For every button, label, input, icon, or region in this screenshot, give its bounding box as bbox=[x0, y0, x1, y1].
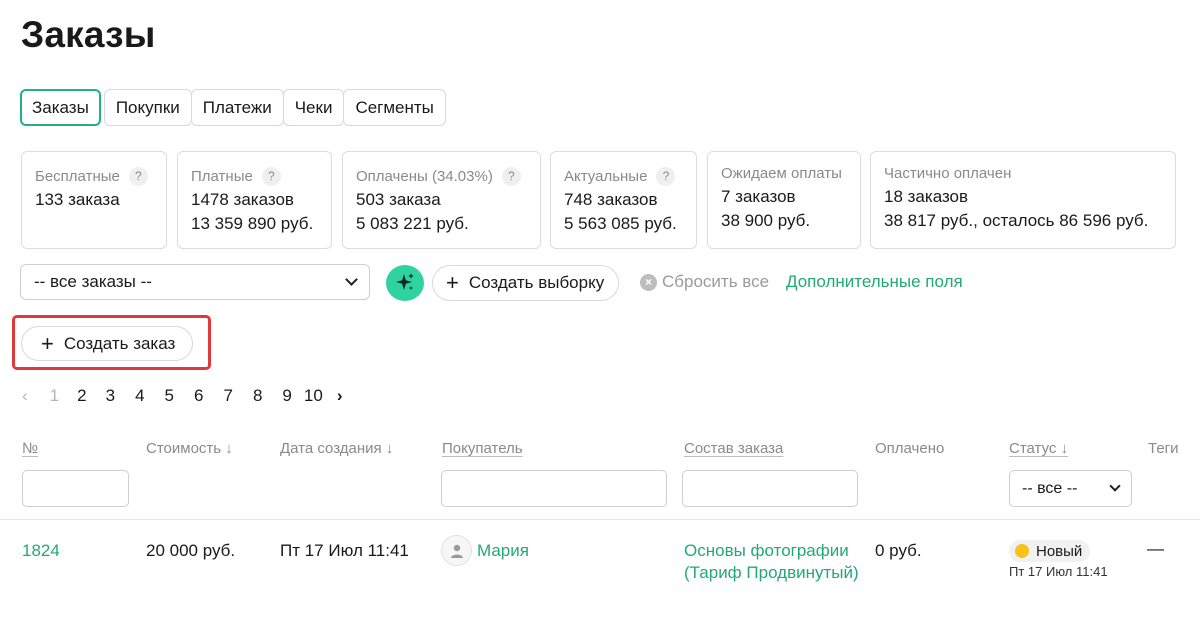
order-cost: 20 000 руб. bbox=[146, 541, 236, 560]
page-7[interactable]: 7 bbox=[223, 386, 232, 406]
page-3[interactable]: 3 bbox=[106, 386, 115, 406]
orders-filter-select[interactable]: -- все заказы -- bbox=[20, 264, 370, 300]
create-selection-label: Создать выборку bbox=[468, 273, 605, 292]
user-icon bbox=[450, 544, 463, 558]
order-number-link[interactable]: 1824 bbox=[22, 541, 60, 561]
stat-count: 1478 заказов bbox=[191, 190, 294, 209]
stat-sum: 5 563 085 руб. bbox=[564, 214, 677, 233]
contents-filter-input[interactable] bbox=[682, 470, 858, 507]
column-header-tags: Теги bbox=[1148, 440, 1179, 457]
tab-receipts[interactable]: Чеки bbox=[282, 89, 345, 126]
status-badge[interactable]: Новый bbox=[1009, 540, 1091, 562]
chevron-left-icon[interactable]: ‹ bbox=[22, 386, 28, 406]
page-2[interactable]: 2 bbox=[77, 386, 86, 406]
status-label: Новый bbox=[1036, 542, 1083, 560]
chevron-right-icon[interactable]: › bbox=[337, 386, 343, 406]
status-filter-value: -- все -- bbox=[1022, 479, 1078, 497]
stat-sum: 13 359 890 руб. bbox=[191, 214, 314, 233]
stat-card-partially-paid[interactable]: Частично оплачен 18 заказов 38 817 руб.,… bbox=[870, 151, 1176, 249]
extra-fields-link[interactable]: Дополнительные поля bbox=[786, 272, 963, 292]
stat-count: 7 заказов bbox=[721, 187, 796, 206]
status-dot-icon bbox=[1015, 544, 1029, 558]
column-header-cost[interactable]: Стоимость ↓ bbox=[146, 440, 233, 457]
tab-payments[interactable]: Платежи bbox=[190, 89, 284, 126]
ai-assistant-button[interactable] bbox=[386, 265, 424, 301]
tab-orders[interactable]: Заказы bbox=[20, 89, 101, 126]
column-header-created[interactable]: Дата создания ↓ bbox=[280, 440, 393, 457]
page-5[interactable]: 5 bbox=[165, 386, 174, 406]
stat-count: 503 заказа bbox=[356, 190, 441, 209]
create-order-button[interactable]: + Создать заказ bbox=[21, 326, 194, 361]
chevron-down-icon bbox=[1109, 480, 1121, 492]
create-selection-button[interactable]: + Создать выборку bbox=[432, 265, 620, 301]
status-date: Пт 17 Июл 11:41 bbox=[1009, 564, 1108, 579]
help-icon[interactable]: ? bbox=[261, 166, 281, 186]
stat-card-settled[interactable]: Оплачены (34.03%)? 503 заказа 5 083 221 … bbox=[342, 151, 541, 249]
page-title: Заказы bbox=[21, 14, 156, 55]
buyer-link[interactable]: Мария bbox=[477, 541, 529, 561]
stat-card-awaiting-payment[interactable]: Ожидаем оплаты 7 заказов 38 900 руб. bbox=[707, 151, 861, 249]
order-paid: 0 руб. bbox=[875, 541, 922, 560]
page-10[interactable]: 10 bbox=[304, 386, 323, 406]
tab-segments[interactable]: Сегменты bbox=[343, 89, 446, 126]
stat-sum: 5 083 221 руб. bbox=[356, 214, 469, 233]
stat-title: Частично оплачен bbox=[884, 164, 1012, 182]
stat-sum: 38 817 руб., осталось 86 596 руб. bbox=[884, 211, 1149, 230]
number-filter-input[interactable] bbox=[22, 470, 129, 507]
order-tags: — bbox=[1147, 539, 1164, 558]
filter-value: -- все заказы -- bbox=[34, 272, 152, 291]
sparkle-icon bbox=[396, 273, 414, 290]
stat-count: 748 заказов bbox=[564, 190, 658, 209]
clear-icon: × bbox=[640, 273, 657, 291]
stat-title: Бесплатные bbox=[35, 167, 120, 185]
table-divider bbox=[0, 519, 1200, 520]
help-icon[interactable]: ? bbox=[501, 166, 521, 186]
stat-title: Ожидаем оплаты bbox=[721, 164, 842, 182]
buyer-filter-input[interactable] bbox=[441, 470, 667, 507]
stat-title: Актуальные bbox=[564, 167, 648, 185]
pagination: ‹ 1 2 3 4 5 6 7 8 9 10 › bbox=[22, 386, 342, 406]
plus-icon: + bbox=[41, 330, 54, 356]
stat-title: Оплачены (34.03%) bbox=[356, 167, 493, 185]
stat-title: Платные bbox=[191, 167, 253, 185]
tab-purchases[interactable]: Покупки bbox=[103, 89, 192, 126]
avatar bbox=[441, 535, 472, 566]
column-header-number[interactable]: № bbox=[22, 440, 38, 457]
stat-card-paid[interactable]: Платные? 1478 заказов 13 359 890 руб. bbox=[177, 151, 332, 249]
reset-all-button[interactable]: × Сбросить все bbox=[640, 272, 769, 292]
plus-icon: + bbox=[446, 270, 459, 295]
page-4[interactable]: 4 bbox=[135, 386, 144, 406]
stat-sum: 38 900 руб. bbox=[721, 211, 811, 230]
status-filter-select[interactable]: -- все -- bbox=[1009, 470, 1132, 507]
page-6[interactable]: 6 bbox=[194, 386, 203, 406]
create-order-label: Создать заказ bbox=[63, 333, 176, 353]
column-header-paid: Оплачено bbox=[875, 440, 945, 457]
stat-card-actual[interactable]: Актуальные? 748 заказов 5 563 085 руб. bbox=[550, 151, 697, 249]
order-created: Пт 17 Июл 11:41 bbox=[280, 541, 409, 560]
stat-card-free[interactable]: Бесплатные? 133 заказа bbox=[21, 151, 167, 249]
page-8[interactable]: 8 bbox=[253, 386, 262, 406]
stat-count: 18 заказов bbox=[884, 187, 969, 206]
reset-all-label: Сбросить все bbox=[662, 272, 770, 291]
column-header-buyer[interactable]: Покупатель bbox=[442, 440, 523, 457]
column-header-contents[interactable]: Состав заказа bbox=[684, 440, 783, 457]
page-9[interactable]: 9 bbox=[282, 386, 291, 406]
help-icon[interactable]: ? bbox=[656, 166, 676, 186]
chevron-down-icon bbox=[345, 273, 358, 286]
page-1[interactable]: 1 bbox=[50, 386, 59, 406]
stat-count: 133 заказа bbox=[35, 190, 120, 209]
column-header-status[interactable]: Статус ↓ bbox=[1009, 440, 1068, 457]
tab-bar: Заказы Покупки Платежи Чеки Сегменты bbox=[20, 89, 446, 126]
help-icon[interactable]: ? bbox=[128, 166, 148, 186]
order-contents-link[interactable]: Основы фотографии (Тариф Продвинутый) bbox=[684, 540, 864, 584]
